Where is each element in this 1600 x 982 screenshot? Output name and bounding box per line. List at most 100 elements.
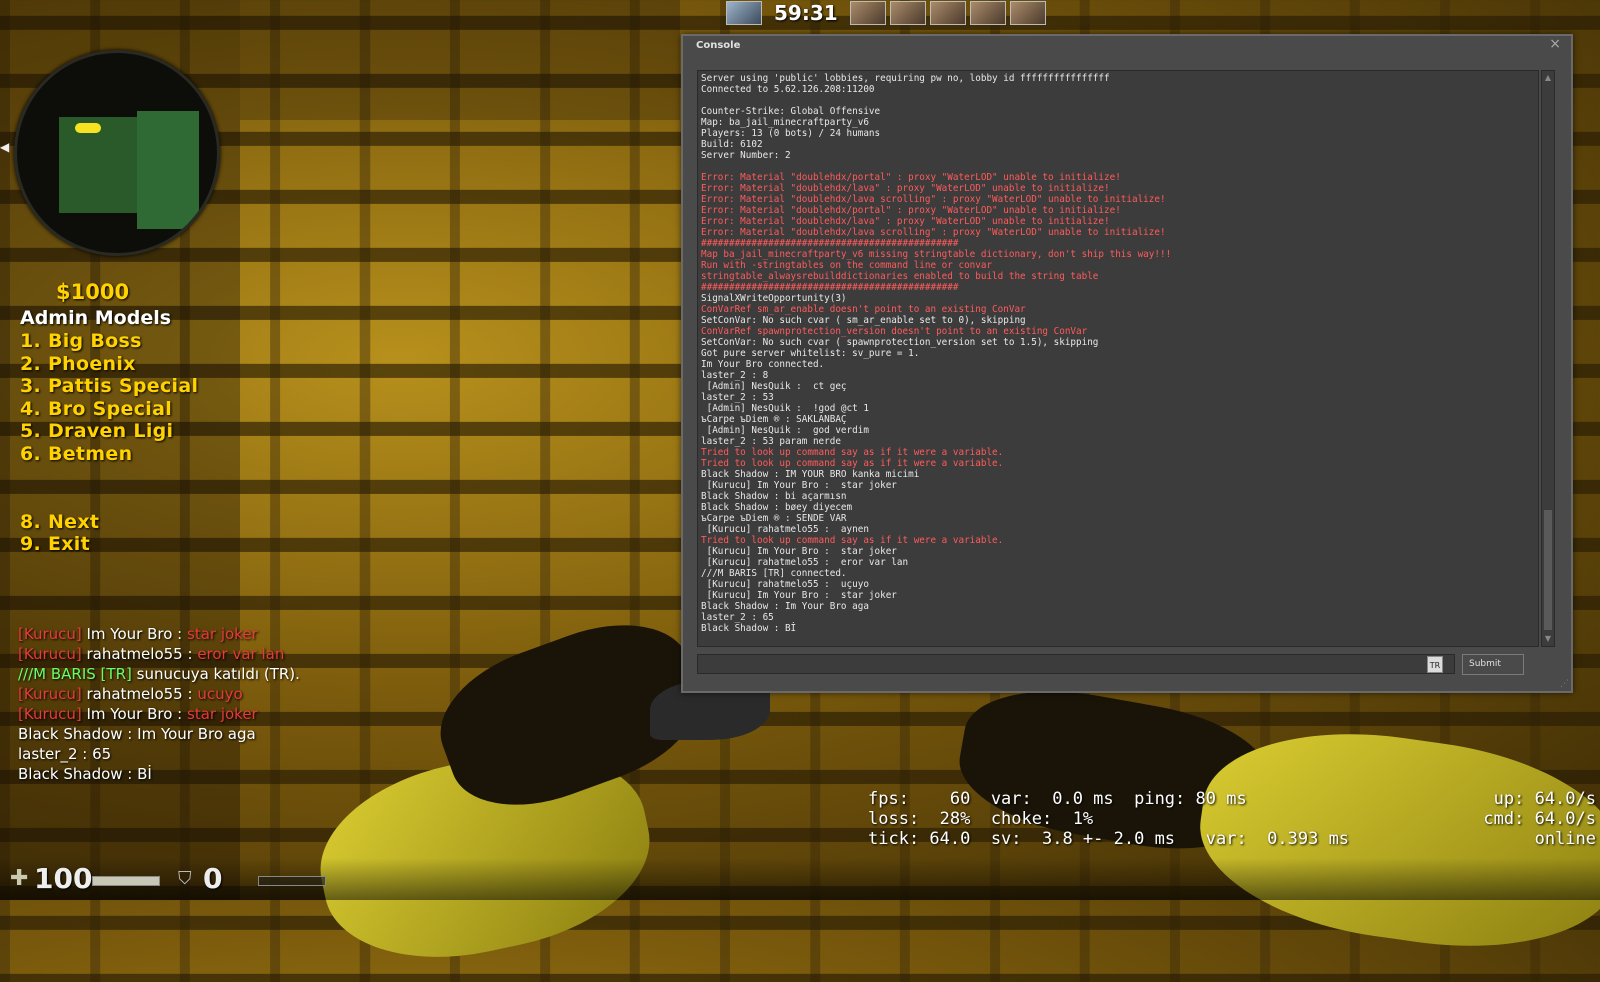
console-line: ########################################…: [701, 282, 959, 293]
console-line: [Kurucu] rahatmelo55 : aynen: [701, 524, 869, 535]
chat-tag: [Kurucu]: [18, 685, 82, 703]
menu-option[interactable]: 1. Big Boss: [20, 330, 198, 353]
console-line: ########################################…: [701, 238, 959, 249]
t-player-portrait: [1009, 1, 1046, 25]
resize-grip-icon[interactable]: ⋰: [1560, 679, 1569, 689]
console-line: [Admin] NesQuik : ct geç: [701, 381, 847, 392]
console-line: Players: 13 (0 bots) / 24 humans: [701, 128, 881, 139]
console-line: Server using 'public' lobbies, requiring…: [701, 73, 1110, 84]
health-bar: [92, 876, 160, 886]
shield-icon: ⛉: [178, 868, 192, 889]
netgraph-rates: up: 64.0/s cmd: 64.0/s online: [1483, 789, 1596, 849]
chat-feed: [Kurucu] Im Your Bro : star joker [Kurucu…: [18, 624, 300, 784]
console-line: Black Shadow : bøey diyecem: [701, 502, 853, 513]
menu-option[interactable]: 4. Bro Special: [20, 398, 198, 421]
close-icon[interactable]: ×: [1549, 36, 1561, 52]
console-line: Tried to look up command say as if it we…: [701, 447, 1004, 458]
console-line: Map: ba_jail_minecraftparty_v6: [701, 117, 869, 128]
console-line: Build: 6102: [701, 139, 763, 150]
console-title: Console: [696, 40, 741, 51]
console-line: Counter-Strike: Global Offensive: [701, 106, 881, 117]
chat-text: Bİ: [137, 765, 152, 783]
bottom-hud: [0, 858, 1600, 900]
radar-player-marker: [75, 123, 101, 133]
input-language-badge: TR: [1427, 656, 1443, 673]
scroll-down-icon[interactable]: ▼: [1543, 634, 1553, 644]
radar-direction-icon: ◀: [0, 140, 10, 154]
console-line: [Kurucu] Im Your Bro : star joker: [701, 546, 897, 557]
console-window[interactable]: Console × Server using 'public' lobbies,…: [681, 34, 1573, 693]
chat-name: rahatmelo55 :: [81, 645, 198, 663]
chat-text: star joker: [187, 625, 258, 643]
console-line: [Kurucu] rahatmelo55 : eror var lan: [701, 557, 909, 568]
console-line: Got pure server whitelist: sv_pure = 1.: [701, 348, 920, 359]
console-line: laster_2 : 8: [701, 370, 769, 381]
console-line: ъCarpe ъDiem ® : SAKLANBAÇ: [701, 414, 847, 425]
console-line: Map ba_jail_minecraftparty_v6 missing st…: [701, 249, 1172, 260]
menu-option[interactable]: 6. Betmen: [20, 443, 198, 466]
console-scrollbar[interactable]: ▲ ▼: [1541, 70, 1555, 647]
chat-tag: [Kurucu]: [18, 625, 82, 643]
wall-shadow: [240, 0, 680, 120]
console-line: Server Number: 2: [701, 150, 791, 161]
money-display: $1000: [56, 280, 130, 304]
plus-icon: ✚: [10, 866, 29, 891]
round-timer: 59:31: [774, 1, 838, 25]
ct-player-portrait: [726, 1, 762, 25]
console-line: Error: Material "doublehdx/lava scrollin…: [701, 194, 1166, 205]
console-line: [Admin] NesQuik : god verdim: [701, 425, 869, 436]
menu-option[interactable]: 2. Phoenix: [20, 353, 198, 376]
console-line: [Admin] NesQuik : !god @ct 1: [701, 403, 869, 414]
console-log: Server using 'public' lobbies, requiring…: [697, 70, 1539, 647]
console-line: Tried to look up command say as if it we…: [701, 458, 1004, 469]
scroll-up-icon[interactable]: ▲: [1543, 73, 1553, 83]
radar-map-area: [137, 111, 199, 229]
menu-exit-option[interactable]: 9. Exit: [20, 533, 198, 556]
menu-option[interactable]: 5. Draven Ligi: [20, 420, 198, 443]
chat-text: eror var lan: [197, 645, 285, 663]
chat-name: Black Shadow :: [18, 765, 138, 783]
menu-title: Admin Models: [20, 307, 172, 329]
radar-minimap: [14, 50, 220, 256]
menu-option[interactable]: 3. Pattis Special: [20, 375, 198, 398]
console-line: Run with -stringtables on the command li…: [701, 260, 993, 271]
console-line: Error: Material "doublehdx/portal" : pro…: [701, 172, 1121, 183]
health-bar-fill: [93, 877, 159, 885]
chat-text: sunucuya katıldı (TR).: [131, 665, 300, 683]
chat-name: rahatmelo55 :: [81, 685, 198, 703]
console-line: Error: Material "doublehdx/lava" : proxy…: [701, 216, 1110, 227]
chat-text: ucuyo: [197, 685, 243, 703]
console-line: Black Shadow : bi açarmısn: [701, 491, 847, 502]
console-line: [Kurucu] Im Your Bro : star joker: [701, 590, 897, 601]
console-line: Error: Material "doublehdx/lava" : proxy…: [701, 183, 1110, 194]
armor-bar: [258, 876, 326, 886]
console-line: Error: Material "doublehdx/lava scrollin…: [701, 227, 1166, 238]
console-line: Error: Material "doublehdx/portal" : pro…: [701, 205, 1121, 216]
chat-message: [Kurucu] Im Your Bro : star joker: [18, 624, 300, 644]
t-player-portrait: [969, 1, 1006, 25]
console-line: laster_2 : 53: [701, 392, 774, 403]
console-line: SetConVar: No such cvar ( sm_ar_enable s…: [701, 315, 1026, 326]
console-line: Im Your Bro connected.: [701, 359, 825, 370]
submit-button[interactable]: Submit: [1462, 654, 1524, 675]
console-line: ConVarRef spawnprotection_version doesn'…: [701, 326, 1088, 337]
chat-text: Im Your Bro aga: [137, 725, 256, 743]
console-line: SetConVar: No such cvar ( spawnprotectio…: [701, 337, 1099, 348]
scroll-thumb[interactable]: [1544, 510, 1552, 630]
health-value: 100: [34, 862, 93, 895]
chat-message: Black Shadow : Im Your Bro aga: [18, 724, 300, 744]
console-line: laster_2 : 53 param nerde: [701, 436, 841, 447]
console-line: Connected to 5.62.126.208:11200: [701, 84, 875, 95]
chat-message: [Kurucu] rahatmelo55 : ucuyo: [18, 684, 300, 704]
chat-message: [Kurucu] rahatmelo55 : eror var lan: [18, 644, 300, 664]
chat-tag: [Kurucu]: [18, 645, 82, 663]
t-player-portrait: [889, 1, 926, 25]
netgraph-stats: fps: 60 var: 0.0 ms ping: 80 ms loss: 28…: [868, 789, 1350, 849]
console-line: Black Shadow : Im Your Bro aga: [701, 601, 869, 612]
console-command-input[interactable]: [697, 654, 1455, 674]
menu-next-option[interactable]: 8. Next: [20, 511, 198, 534]
console-line: [Kurucu] Im Your Bro : star joker: [701, 480, 897, 491]
t-player-portrait: [849, 1, 886, 25]
chat-text: 65: [92, 745, 112, 763]
admin-models-menu: Admin Models 1. Big Boss 2. Phoenix 3. P…: [20, 307, 198, 556]
